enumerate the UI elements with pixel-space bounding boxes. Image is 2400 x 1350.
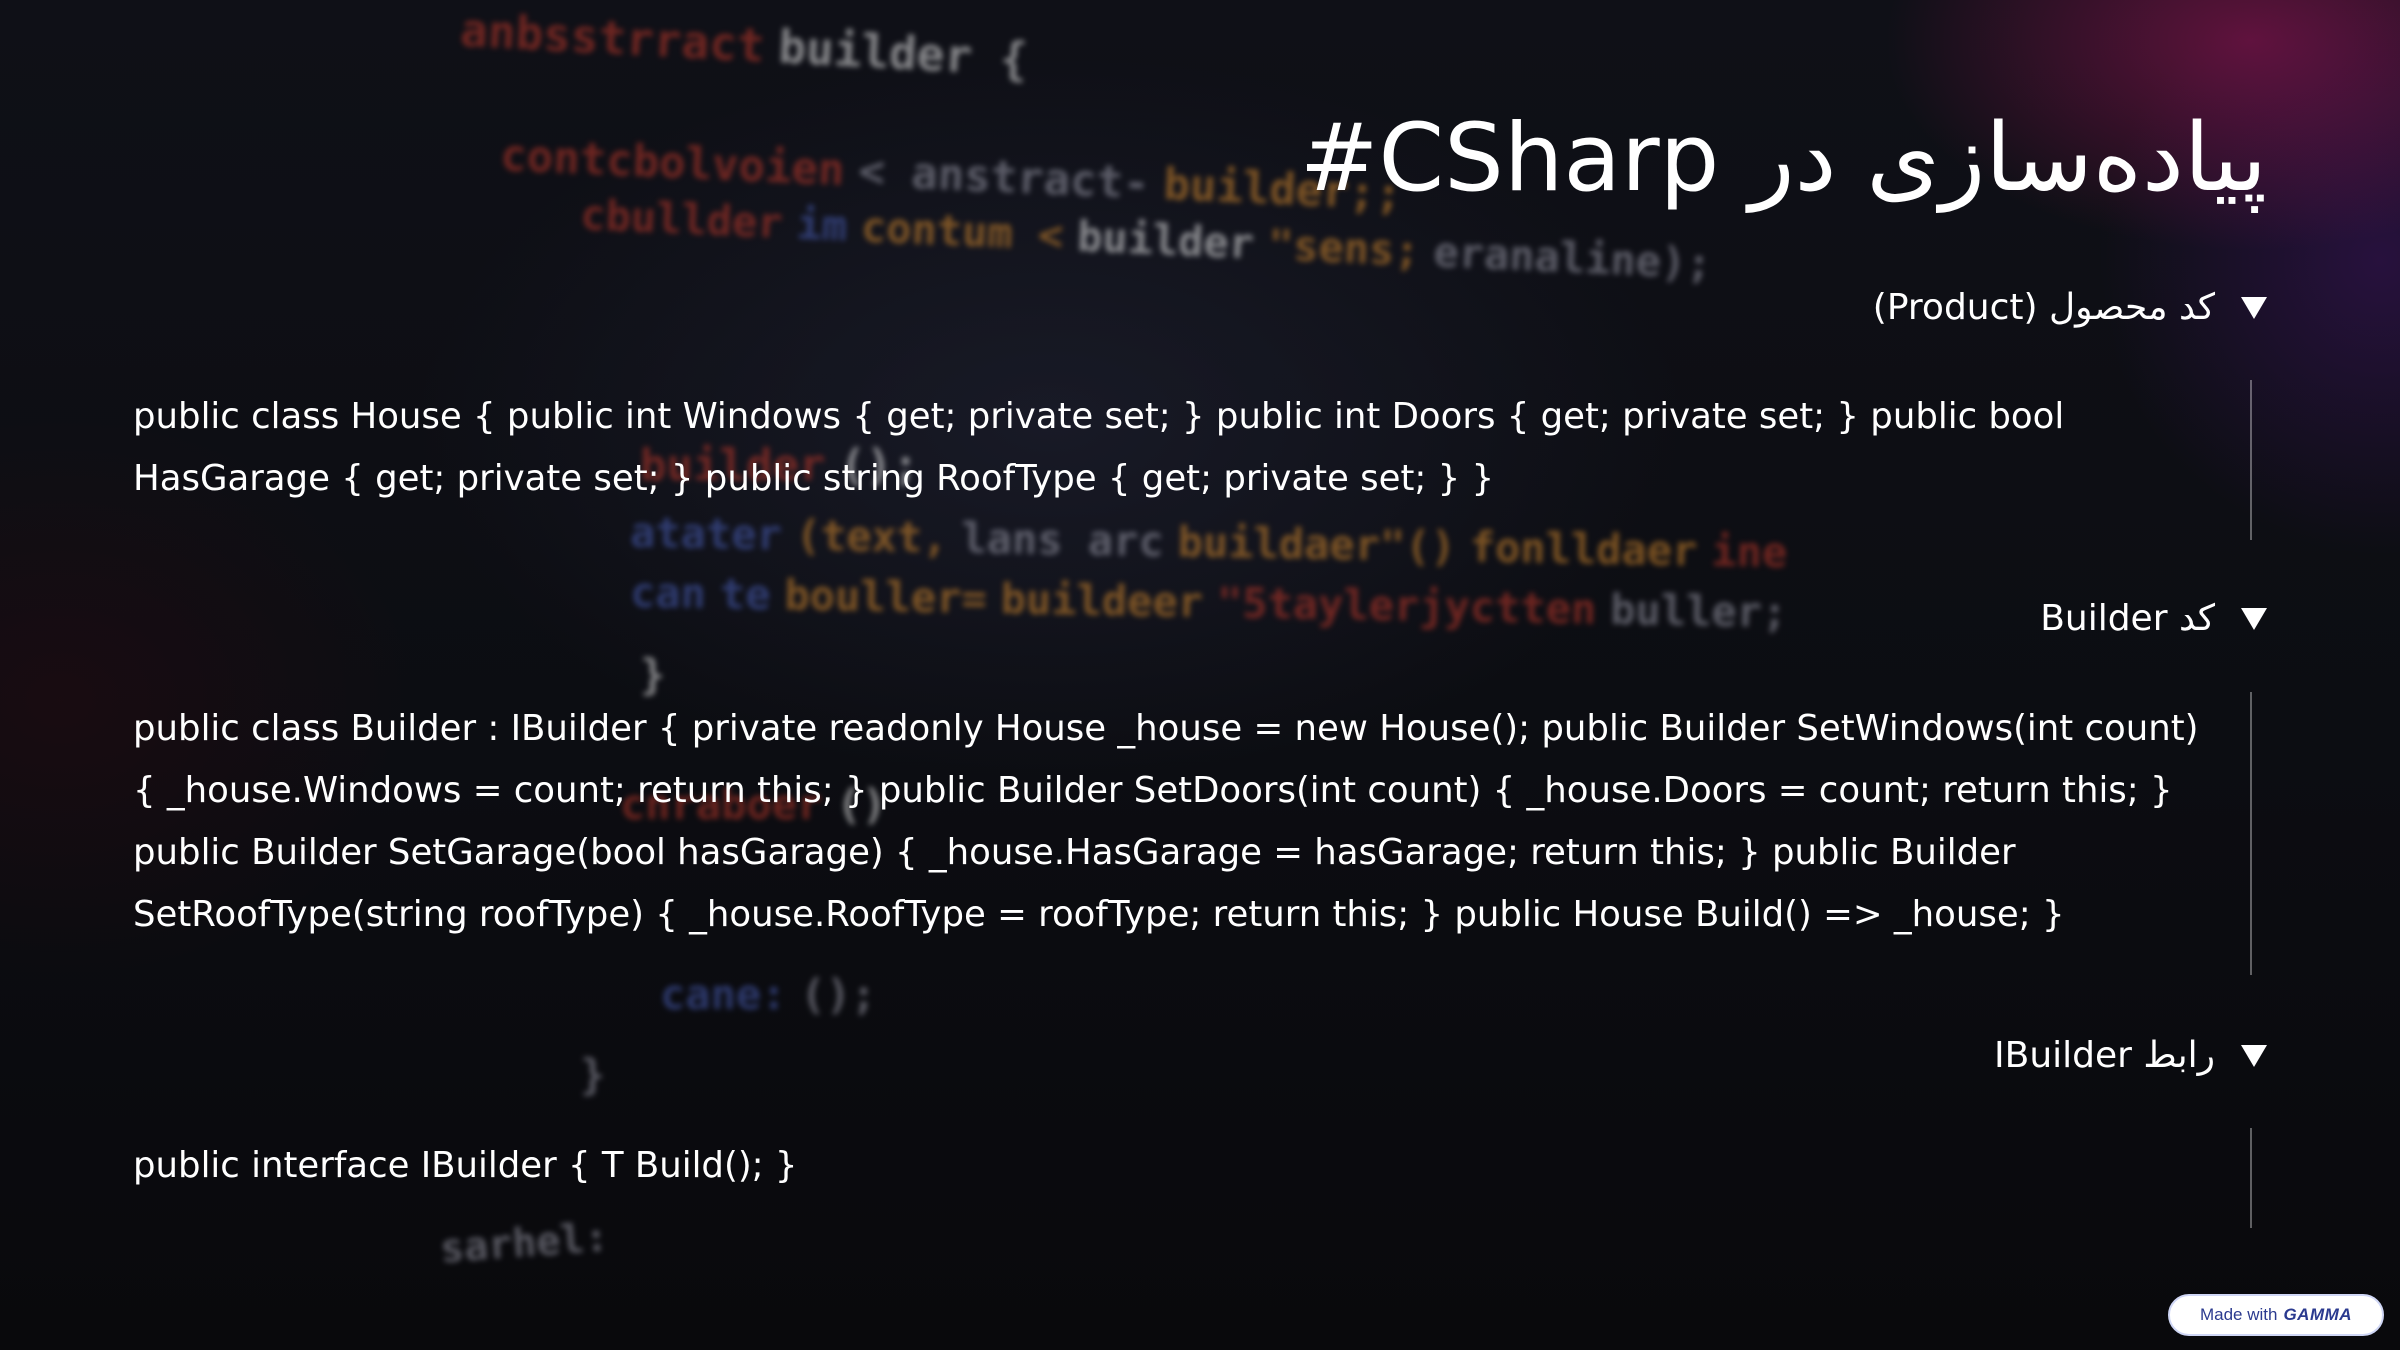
bg-code-line: } bbox=[580, 1050, 606, 1099]
section-heading-label: کد محصول (Product) bbox=[1872, 287, 2215, 328]
section-heading-ibuilder[interactable]: رابط IBuilder bbox=[1994, 1035, 2267, 1076]
triangle-down-icon[interactable] bbox=[2241, 296, 2267, 319]
section-heading-product[interactable]: کد محصول (Product) bbox=[1873, 287, 2267, 328]
section-heading-builder[interactable]: کد Builder bbox=[2040, 598, 2267, 639]
bg-code-line: contcbolvoien < anstract-builder;; bbox=[499, 130, 1403, 221]
section-divider-line bbox=[2250, 692, 2252, 975]
code-block-product: public class House { public int Windows … bbox=[133, 396, 2065, 499]
slide-title: پیاده‌سازی در CSharp# bbox=[1299, 104, 2267, 213]
section-divider-line bbox=[2250, 380, 2252, 540]
triangle-down-icon[interactable] bbox=[2241, 607, 2267, 630]
code-block-builder: public class Builder : IBuilder { privat… bbox=[133, 708, 2199, 935]
made-with-gamma-badge[interactable]: Made with GAMMA bbox=[2168, 1294, 2384, 1336]
badge-prefix: Made with bbox=[2199, 1305, 2278, 1324]
bg-code-line: anbsstrract builder { bbox=[458, 2, 1029, 87]
section-divider-line bbox=[2250, 1128, 2252, 1228]
code-block-ibuilder: public interface IBuilder { T Build(); } bbox=[133, 1145, 798, 1186]
triangle-down-icon[interactable] bbox=[2241, 1044, 2267, 1067]
gamma-logo: GAMMA bbox=[2283, 1305, 2353, 1324]
bg-code-line: } bbox=[640, 650, 666, 699]
bg-code-line: can te bouller= buildeer "5taylerjyctten bull… bbox=[629, 567, 1788, 637]
bg-code-line: cane: (); bbox=[660, 970, 877, 1019]
bg-code-line: sarhel: bbox=[438, 1214, 610, 1273]
bg-code-line: atater (text, lans arc buildaer"() fonlldaer… bbox=[629, 507, 1788, 577]
section-heading-label: کد Builder bbox=[2040, 598, 2215, 639]
section-heading-label: رابط IBuilder bbox=[1994, 1035, 2215, 1076]
